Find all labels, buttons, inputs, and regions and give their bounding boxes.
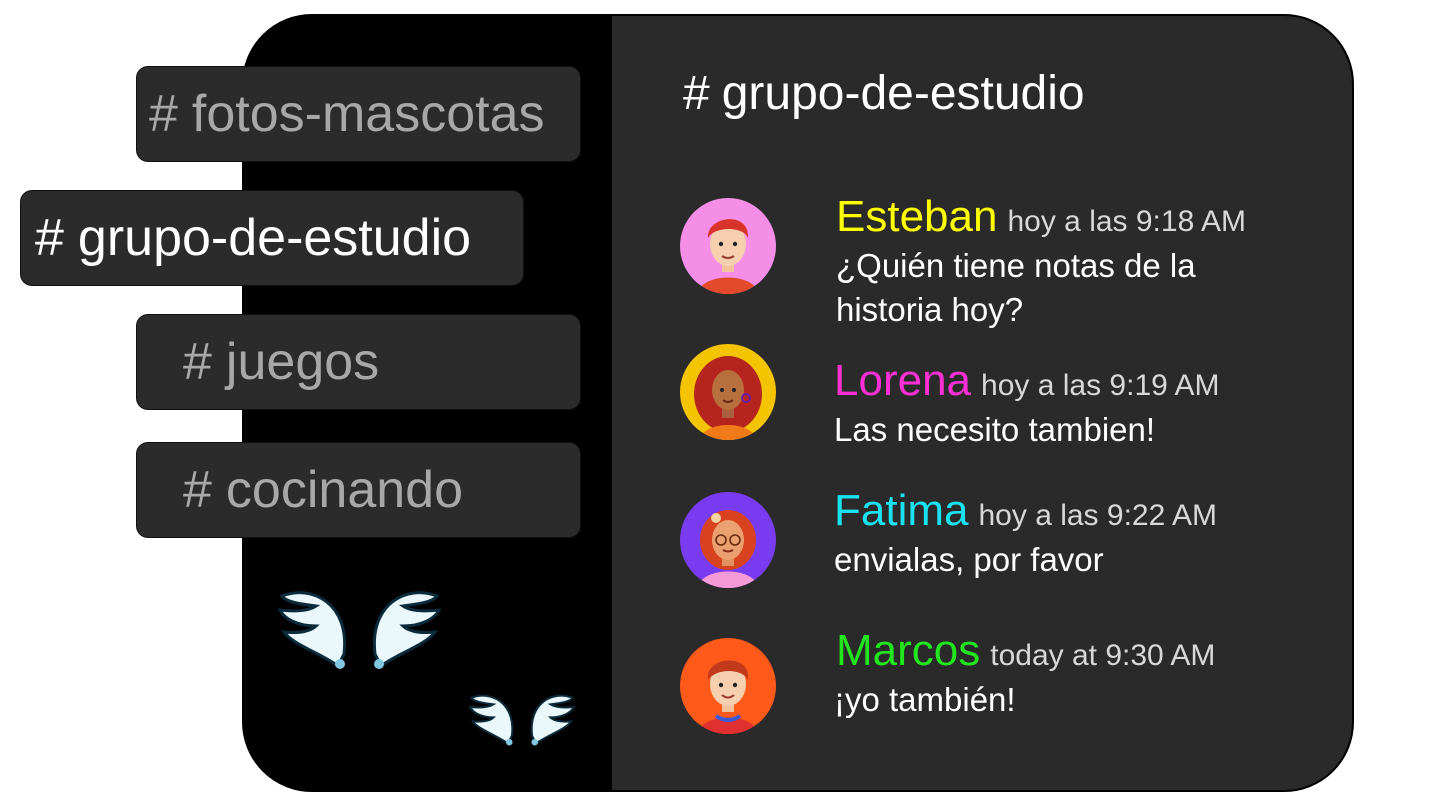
channel-grupo-de-estudio[interactable]: # grupo-de-estudio <box>20 190 524 286</box>
angel-wings-icon <box>468 694 576 746</box>
page-title: # grupo-de-estudio <box>683 66 1085 121</box>
timestamp: hoy a las 9:18 AM <box>1007 205 1246 238</box>
angel-wings-icon <box>277 591 442 669</box>
channel-label: juegos <box>225 333 380 391</box>
author-name[interactable]: Fatima <box>834 486 968 535</box>
channel-label: cocinando <box>225 461 463 519</box>
avatar-boy-smile-icon <box>680 638 776 734</box>
channel-cocinando[interactable]: # cocinando <box>136 442 581 538</box>
channel-title-text: grupo-de-estudio <box>721 67 1085 120</box>
hash-icon: # <box>35 209 64 267</box>
avatar-girl-curly-hair-icon <box>680 344 776 440</box>
message-text: Las necesito tambien! <box>834 411 1156 448</box>
timestamp: hoy a las 9:19 AM <box>981 369 1220 402</box>
author-name[interactable]: Lorena <box>834 356 971 405</box>
avatar[interactable] <box>680 344 776 440</box>
avatar-girl-glasses-icon <box>680 492 776 588</box>
message-text: envialas, por favor <box>834 541 1104 578</box>
channel-fotos-mascotas[interactable]: # fotos-mascotas <box>136 66 581 162</box>
author-name[interactable]: Esteban <box>836 192 997 241</box>
message-text: ¡yo también! <box>834 681 1016 718</box>
avatar[interactable] <box>680 198 776 294</box>
avatar[interactable] <box>680 492 776 588</box>
timestamp: today at 9:30 AM <box>990 639 1216 672</box>
channel-label: fotos-mascotas <box>191 85 545 143</box>
hash-icon: # <box>183 333 212 391</box>
hash-icon: # <box>149 85 178 143</box>
avatar-boy-red-hair-icon <box>680 198 776 294</box>
author-name[interactable]: Marcos <box>836 626 980 675</box>
hash-icon: # <box>683 67 710 120</box>
message-text: ¿Quién tiene notas de la historia hoy? <box>836 247 1196 328</box>
channel-label: grupo-de-estudio <box>77 209 472 267</box>
timestamp: hoy a las 9:22 AM <box>978 499 1217 532</box>
avatar[interactable] <box>680 638 776 734</box>
hash-icon: # <box>183 461 212 519</box>
channel-juegos[interactable]: # juegos <box>136 314 581 410</box>
